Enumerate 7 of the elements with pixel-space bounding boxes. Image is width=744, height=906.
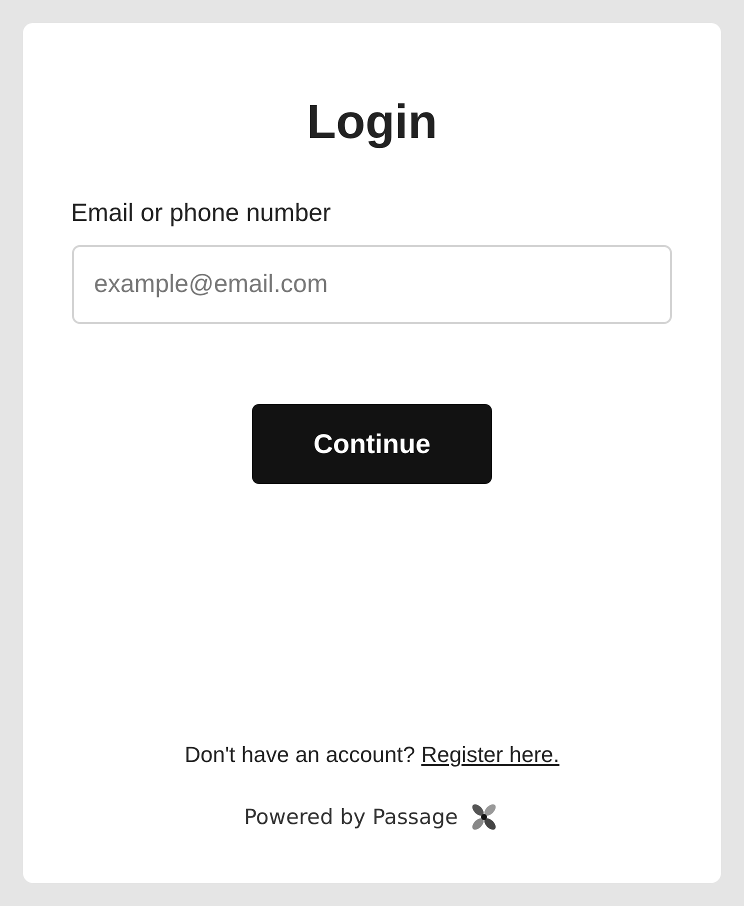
register-prompt: Don't have an account? Register here.	[184, 741, 560, 769]
field-label: Email or phone number	[71, 198, 331, 229]
register-link[interactable]: Register here.	[421, 742, 560, 767]
email-field[interactable]: example@email.com	[72, 245, 672, 324]
login-title: Login	[306, 95, 438, 151]
powered-by-text: Powered by Passage	[244, 804, 458, 831]
continue-button[interactable]: Continue	[252, 404, 492, 484]
